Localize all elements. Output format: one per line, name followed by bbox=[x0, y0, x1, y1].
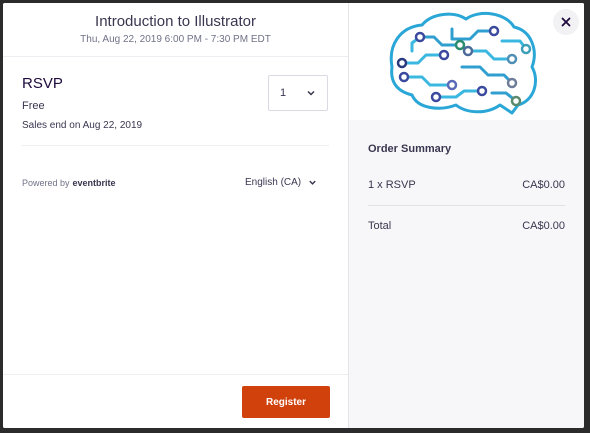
line-item-amount: CA$0.00 bbox=[522, 179, 565, 191]
event-datetime: Thu, Aug 22, 2019 6:00 PM - 7:30 PM EDT bbox=[80, 34, 271, 45]
event-banner bbox=[349, 3, 584, 120]
checkout-modal: Introduction to Illustrator Thu, Aug 22,… bbox=[3, 3, 584, 428]
ticket-price: Free bbox=[22, 100, 45, 112]
language-select[interactable]: English (CA) bbox=[245, 177, 317, 188]
quantity-value: 1 bbox=[280, 87, 287, 99]
chevron-down-icon bbox=[309, 180, 316, 185]
circuit-brain-illustration bbox=[389, 11, 537, 115]
total-label: Total bbox=[368, 220, 392, 232]
order-total: Total CA$0.00 bbox=[368, 220, 565, 232]
order-summary-title: Order Summary bbox=[368, 143, 452, 155]
ticket-panel: Introduction to Illustrator Thu, Aug 22,… bbox=[3, 3, 348, 428]
quantity-select[interactable]: 1 bbox=[268, 75, 328, 111]
event-title: Introduction to Illustrator bbox=[95, 13, 256, 30]
order-sidebar: Order Summary 1 x RSVP CA$0.00 Total CA$… bbox=[348, 3, 584, 428]
divider bbox=[3, 56, 348, 57]
ticket-name: RSVP bbox=[22, 75, 63, 92]
powered-by-label: Powered by bbox=[22, 178, 70, 188]
ticket-sales-end: Sales end on Aug 22, 2019 bbox=[22, 120, 143, 131]
close-icon bbox=[561, 17, 571, 27]
order-line-item: 1 x RSVP CA$0.00 bbox=[368, 179, 565, 191]
chevron-down-icon bbox=[307, 90, 315, 96]
powered-by: Powered by eventbrite bbox=[22, 178, 116, 188]
total-amount: CA$0.00 bbox=[522, 220, 565, 232]
close-button[interactable] bbox=[553, 9, 579, 35]
divider bbox=[3, 374, 348, 375]
language-label: English (CA) bbox=[245, 177, 302, 188]
register-button[interactable]: Register bbox=[242, 386, 330, 418]
eventbrite-logo: eventbrite bbox=[72, 178, 116, 188]
divider bbox=[368, 205, 565, 206]
line-item-label: 1 x RSVP bbox=[368, 179, 416, 191]
divider bbox=[22, 145, 329, 146]
